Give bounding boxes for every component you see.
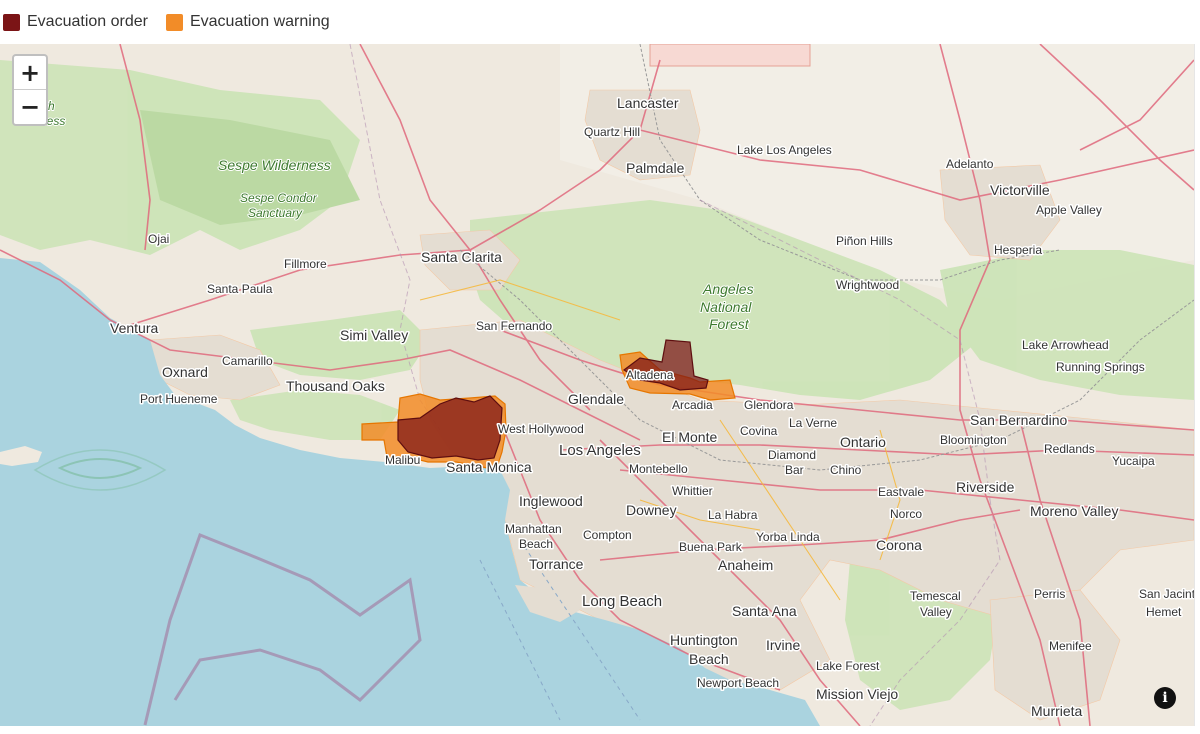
label-ontario: Ontario	[840, 434, 886, 450]
label-el-monte: El Monte	[662, 429, 717, 445]
label-santa-ana: Santa Ana	[732, 603, 797, 619]
label-yucaipa: Yucaipa	[1112, 454, 1155, 468]
label-san-jacinto: San Jacint	[1139, 587, 1194, 601]
label-santa-paula: Santa Paula	[207, 282, 273, 296]
label-san-fernando: San Fernando	[476, 319, 552, 333]
label-malibu: Malibu	[385, 453, 420, 467]
legend-label-evacuation-warning: Evacuation warning	[189, 13, 330, 30]
label-murrieta: Murrieta	[1031, 703, 1083, 719]
label-apple-valley: Apple Valley	[1036, 203, 1102, 217]
label-santa-monica: Santa Monica	[446, 459, 532, 475]
label-downey: Downey	[626, 502, 677, 518]
label-anaheim: Anaheim	[718, 557, 773, 573]
info-icon[interactable]: i	[1154, 687, 1176, 709]
label-arcadia: Arcadia	[672, 398, 713, 412]
label-norco: Norco	[890, 507, 922, 521]
zoom-control: + −	[12, 54, 48, 126]
legend-item-evacuation-warning: Evacuation warning	[165, 13, 330, 31]
label-chino: Chino	[830, 463, 862, 477]
label-victorville: Victorville	[990, 182, 1050, 198]
label-compton: Compton	[583, 528, 632, 542]
label-lake-forest: Lake Forest	[816, 659, 880, 673]
evacuation-order-swatch	[3, 13, 20, 31]
label-wrightwood: Wrightwood	[836, 278, 899, 292]
label-angeles-2: National	[700, 299, 752, 315]
restricted-area	[649, 44, 811, 67]
label-lake-arrowhead: Lake Arrowhead	[1022, 338, 1109, 352]
label-menifee: Menifee	[1049, 639, 1092, 653]
label-irvine: Irvine	[766, 637, 800, 653]
label-lancaster: Lancaster	[617, 95, 679, 111]
label-oxnard: Oxnard	[162, 364, 208, 380]
label-covina: Covina	[740, 424, 778, 438]
label-santa-clarita: Santa Clarita	[421, 249, 502, 265]
label-diamond-bar-2: Bar	[785, 463, 804, 477]
label-manhattan-2: Beach	[519, 537, 553, 551]
legend-item-evacuation-order: Evacuation order	[3, 13, 148, 31]
label-los-angeles: Los Angeles	[559, 442, 641, 459]
map-canvas[interactable]: Lancaster Quartz Hill Palmdale Lake Los …	[0, 44, 1195, 726]
label-moreno-valley: Moreno Valley	[1030, 503, 1118, 519]
label-glendora: Glendora	[744, 398, 794, 412]
label-corona: Corona	[876, 537, 922, 553]
map-legend: Evacuation order Evacuation warning	[0, 0, 1200, 44]
label-la-verne: La Verne	[789, 416, 837, 430]
label-west-hollywood: West Hollywood	[498, 422, 584, 436]
zoom-in-button[interactable]: +	[14, 56, 46, 90]
label-simi-valley: Simi Valley	[340, 327, 408, 343]
label-sespe-wilderness: Sespe Wilderness	[218, 157, 331, 173]
label-angeles-1: Angeles	[702, 281, 754, 297]
label-manhattan-1: Manhattan	[505, 522, 562, 536]
label-san-bernardino: San Bernardino	[970, 412, 1068, 428]
label-hemet: Hemet	[1146, 605, 1182, 619]
label-fillmore: Fillmore	[284, 257, 327, 271]
label-lake-los-angeles: Lake Los Angeles	[737, 143, 832, 157]
label-huntington-2: Beach	[689, 651, 729, 667]
label-angeles-3: Forest	[709, 316, 750, 332]
label-hesperia: Hesperia	[994, 243, 1042, 257]
label-thousand-oaks: Thousand Oaks	[286, 378, 385, 394]
label-torrance: Torrance	[529, 556, 584, 572]
label-riverside: Riverside	[956, 479, 1015, 495]
label-long-beach: Long Beach	[582, 593, 662, 610]
label-glendale: Glendale	[568, 391, 624, 407]
label-adelanto: Adelanto	[946, 157, 994, 171]
label-perris: Perris	[1034, 587, 1065, 601]
legend-label-evacuation-order: Evacuation order	[27, 13, 148, 30]
label-ventura: Ventura	[110, 320, 158, 336]
label-inglewood: Inglewood	[519, 493, 583, 509]
label-quartz-hill: Quartz Hill	[584, 125, 640, 139]
label-bloomington: Bloomington	[940, 433, 1007, 447]
label-yorba-linda: Yorba Linda	[756, 530, 820, 544]
label-montebello: Montebello	[629, 462, 688, 476]
label-redlands: Redlands	[1044, 442, 1095, 456]
label-huntington-1: Huntington	[670, 632, 738, 648]
evacuation-warning-swatch	[165, 13, 183, 31]
label-pinon-hills: Piñon Hills	[836, 234, 893, 248]
label-la-habra: La Habra	[708, 508, 758, 522]
label-ojai: Ojai	[148, 232, 169, 246]
label-newport-beach: Newport Beach	[697, 676, 779, 690]
label-eastvale: Eastvale	[878, 485, 924, 499]
label-altadena: Altadena	[626, 368, 674, 382]
map-svg[interactable]: Lancaster Quartz Hill Palmdale Lake Los …	[0, 44, 1194, 726]
label-port-hueneme: Port Hueneme	[140, 392, 218, 406]
label-temescal-1: Temescal	[910, 589, 961, 603]
label-running-springs: Running Springs	[1056, 360, 1145, 374]
label-sespe-condor-2: Sanctuary	[248, 206, 303, 220]
label-sespe-condor-1: Sespe Condor	[240, 191, 318, 205]
label-camarillo: Camarillo	[222, 354, 273, 368]
label-mission-viejo: Mission Viejo	[816, 686, 898, 702]
label-temescal-2: Valley	[920, 605, 952, 619]
label-palmdale: Palmdale	[626, 160, 685, 176]
zoom-out-button[interactable]: −	[14, 90, 46, 123]
label-diamond-bar-1: Diamond	[768, 448, 816, 462]
label-buena-park: Buena Park	[679, 540, 743, 554]
label-whittier: Whittier	[672, 484, 713, 498]
